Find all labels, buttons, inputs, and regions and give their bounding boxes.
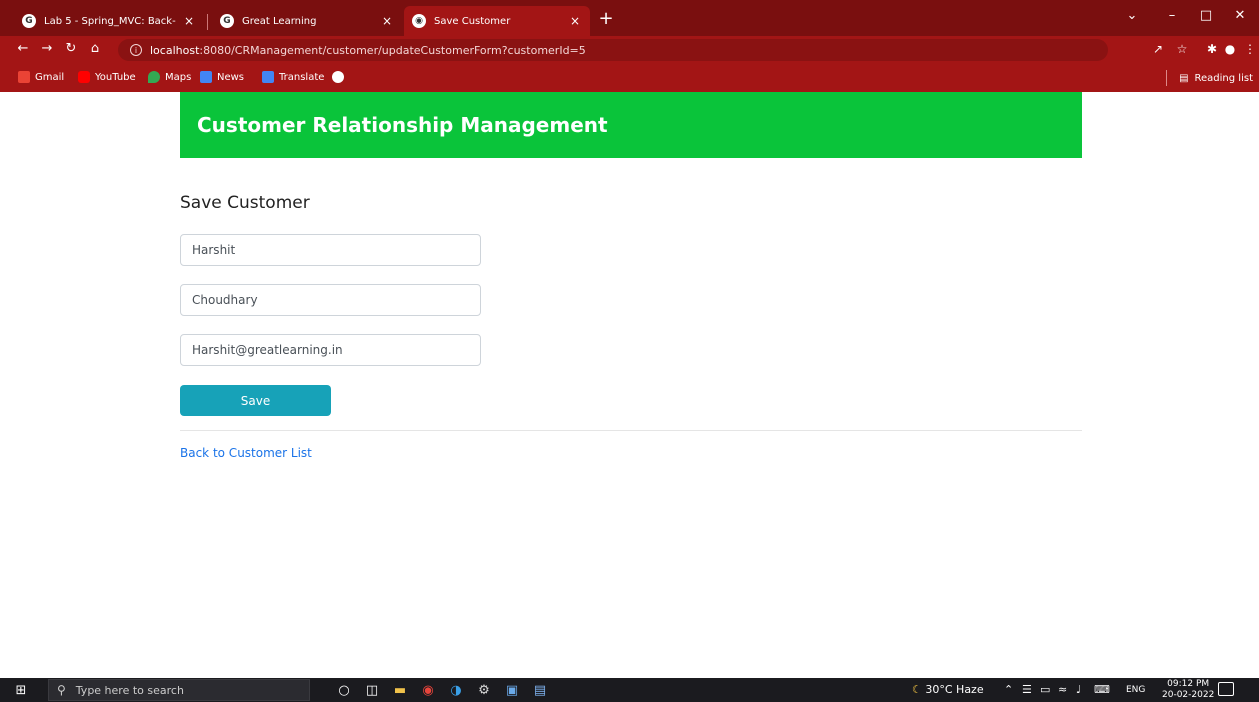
app-header: Customer Relationship Management [180, 92, 1082, 158]
reading-list-label: Reading list [1194, 72, 1253, 84]
reading-list-icon: ▤ [1179, 72, 1189, 84]
wifi-icon[interactable]: ≈ [1058, 683, 1067, 696]
url-input[interactable]: i localhost:8080/CRManagement/customer/u… [118, 39, 1108, 61]
globe-icon: ◉ [412, 14, 426, 28]
tab-separator [207, 14, 208, 30]
chrome-icon[interactable]: ◉ [418, 681, 438, 699]
address-toolbar: ← → ↻ ⌂ i localhost:8080/CRManagement/cu… [0, 36, 1259, 64]
news-icon [200, 71, 212, 83]
menu-icon[interactable]: ⋮ [1242, 42, 1258, 56]
weather-moon-icon: ☾ [912, 683, 922, 696]
settings-gear-icon[interactable]: ⚙ [474, 681, 494, 699]
gmail-icon [18, 71, 30, 83]
system-clock[interactable]: 09:12 PM 20-02-2022 [1162, 679, 1214, 701]
tab-great-learning[interactable]: G Great Learning × [212, 6, 402, 36]
bookmark-label: YouTube [95, 71, 136, 83]
google-icon: G [22, 14, 36, 28]
youtube-icon [78, 71, 90, 83]
tab-search-icon[interactable]: ⌄ [1122, 8, 1142, 23]
browser-tab-bar: G Lab 5 - Spring_MVC: Back-End De × G Gr… [0, 0, 1259, 36]
maps-pin-icon [148, 71, 160, 83]
url-path: :8080/CRManagement/customer/updateCustom… [199, 43, 586, 57]
weather-widget[interactable]: ☾ 30°C Haze [912, 683, 984, 696]
share-icon[interactable]: ↗ [1150, 42, 1166, 56]
battery-icon[interactable]: ▭ [1040, 683, 1050, 696]
star-icon[interactable]: ☆ [1174, 42, 1190, 56]
translate-icon [262, 71, 274, 83]
url-host: localhost [150, 43, 200, 57]
notification-icon[interactable] [1218, 682, 1234, 696]
profile-avatar-icon[interactable]: ● [1222, 42, 1238, 56]
last-name-input[interactable] [180, 284, 481, 316]
clock-time: 09:12 PM [1167, 679, 1210, 689]
windows-start-icon[interactable]: ⊞ [8, 682, 34, 698]
close-icon[interactable]: × [568, 14, 582, 28]
tray-chevron-icon[interactable]: ⌃ [1004, 683, 1013, 696]
file-explorer-icon[interactable]: ▬ [390, 681, 410, 699]
language-indicator[interactable]: ENG [1126, 685, 1145, 695]
bookmark-label: Translate [279, 71, 325, 83]
os-taskbar: ⊞ ⚲ Type here to search ○ ◫ ▬ ◉ ◑ ⚙ ▣ ▤ … [0, 678, 1259, 702]
forward-icon[interactable]: → [38, 41, 56, 56]
back-to-list-link[interactable]: Back to Customer List [180, 446, 312, 460]
bookmark-maps[interactable]: Maps [148, 71, 191, 83]
home-icon[interactable]: ⌂ [86, 41, 104, 56]
taskbar-search[interactable]: ⚲ Type here to search [48, 679, 310, 701]
tab-title: Lab 5 - Spring_MVC: Back-End De [44, 15, 176, 27]
globe-icon [332, 71, 344, 83]
bookmark-label: Maps [165, 71, 192, 83]
close-icon[interactable]: × [380, 14, 394, 28]
network-icon[interactable]: ☰ [1022, 683, 1032, 696]
extensions-icon[interactable]: ✱ [1204, 42, 1220, 56]
bookmark-youtube[interactable]: YouTube [78, 71, 136, 83]
email-input[interactable] [180, 334, 481, 366]
tab-lab5[interactable]: G Lab 5 - Spring_MVC: Back-End De × [14, 6, 204, 36]
search-placeholder: Type here to search [75, 683, 184, 697]
back-icon[interactable]: ← [14, 41, 32, 56]
cortana-icon[interactable]: ○ [334, 681, 354, 699]
reload-icon[interactable]: ↻ [62, 41, 80, 56]
bookmark-gmail[interactable]: Gmail [18, 71, 64, 83]
bookmark-globe[interactable] [332, 71, 349, 83]
weather-text: 30°C Haze [925, 683, 984, 696]
bookmarks-bar: Gmail YouTube Maps News Translate ▤ Read… [0, 64, 1259, 92]
close-icon[interactable]: × [182, 14, 196, 28]
edge-icon[interactable]: ◑ [446, 681, 466, 699]
form-divider [180, 430, 1082, 431]
minimize-icon[interactable]: – [1162, 8, 1182, 23]
tab-save-customer[interactable]: ◉ Save Customer × [404, 6, 590, 36]
volume-icon[interactable]: ♩ [1076, 683, 1081, 696]
bookmark-translate[interactable]: Translate [262, 71, 324, 83]
page-title: Customer Relationship Management [197, 113, 608, 137]
first-name-input[interactable] [180, 234, 481, 266]
info-icon[interactable]: i [130, 44, 142, 56]
bookmark-label: Gmail [35, 71, 65, 83]
task-view-icon[interactable]: ◫ [362, 681, 382, 699]
keyboard-icon[interactable]: ⌨ [1094, 683, 1110, 696]
maximize-icon[interactable]: □ [1196, 8, 1216, 23]
reading-list-button[interactable]: ▤ Reading list [1166, 70, 1253, 86]
form-title: Save Customer [180, 193, 310, 213]
google-icon: G [220, 14, 234, 28]
new-tab-button[interactable]: + [596, 8, 616, 29]
bookmark-news[interactable]: News [200, 71, 244, 83]
notepad-icon[interactable]: ▤ [530, 681, 550, 699]
tab-title: Save Customer [434, 15, 511, 27]
save-button[interactable]: Save [180, 385, 331, 416]
tab-title: Great Learning [242, 15, 317, 27]
search-icon: ⚲ [57, 683, 66, 697]
divider [1166, 70, 1168, 86]
clock-date: 20-02-2022 [1162, 690, 1215, 700]
bookmark-label: News [217, 71, 245, 83]
ide-icon[interactable]: ▣ [502, 681, 522, 699]
window-close-icon[interactable]: ✕ [1230, 8, 1250, 23]
